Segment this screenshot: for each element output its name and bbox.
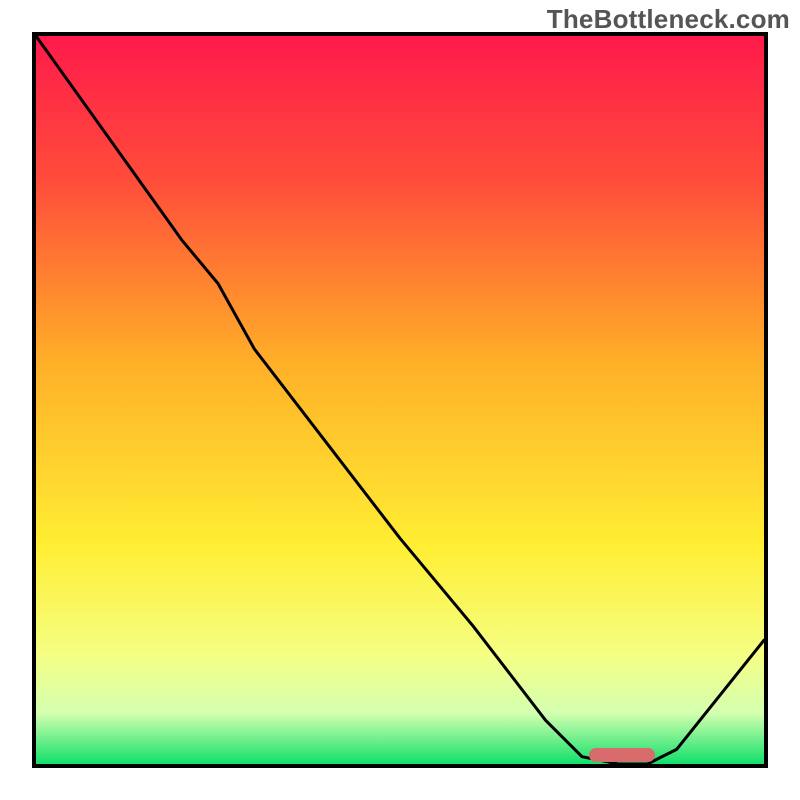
plot-svg bbox=[36, 36, 764, 764]
watermark-text: TheBottleneck.com bbox=[547, 4, 790, 35]
chart-frame: TheBottleneck.com bbox=[0, 0, 800, 800]
plot-area bbox=[32, 32, 768, 768]
sweet-spot-marker bbox=[589, 748, 655, 762]
gradient-background bbox=[36, 36, 764, 764]
